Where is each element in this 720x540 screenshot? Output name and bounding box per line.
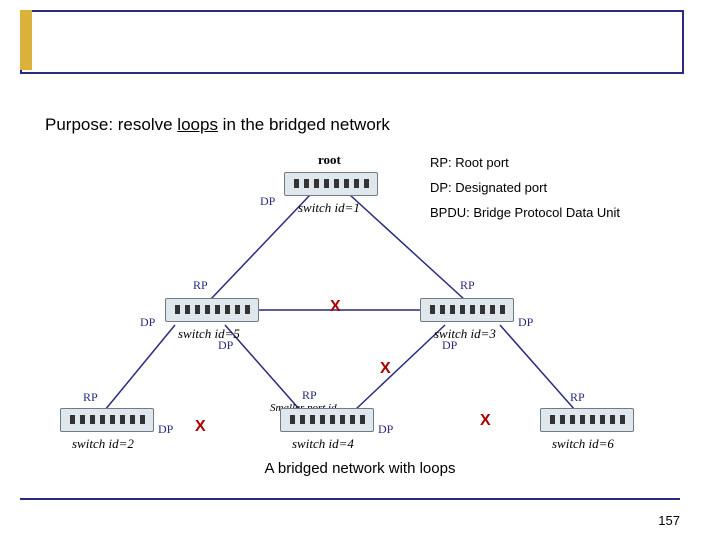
sw5-rp: RP [193, 278, 208, 293]
root-label: root [318, 152, 341, 168]
purpose-suffix: in the bridged network [218, 115, 390, 134]
page-number: 157 [658, 513, 680, 528]
figure-caption: A bridged network with loops [0, 460, 720, 477]
sw4-label: switch id=4 [292, 436, 354, 452]
bottom-rule [20, 498, 680, 500]
sw4-dp: DP [378, 422, 393, 437]
sw3-dp-bot: DP [442, 338, 457, 353]
switch-5 [165, 298, 257, 324]
blocked-x-1: X [330, 298, 341, 316]
switch-4 [280, 408, 372, 434]
title-accent [20, 10, 32, 70]
sw2-rp: RP [83, 390, 98, 405]
switch-2 [60, 408, 152, 434]
sw5-dp-left: DP [140, 315, 155, 330]
sw3-dp-right: DP [518, 315, 533, 330]
title-frame [20, 10, 684, 74]
blocked-x-3: X [195, 418, 206, 436]
purpose-prefix: Purpose: resolve [45, 115, 177, 134]
sw2-dp: DP [158, 422, 173, 437]
purpose-line: Purpose: resolve loops in the bridged ne… [45, 115, 390, 135]
sw2-label: switch id=2 [72, 436, 134, 452]
switch-3 [420, 298, 512, 324]
switch-6 [540, 408, 632, 434]
sw3-rp: RP [460, 278, 475, 293]
blocked-x-2: X [380, 360, 391, 378]
switch-1 [284, 172, 376, 198]
sw1-dp-left: DP [260, 194, 275, 209]
sw1-label: switch id=1 [298, 200, 360, 216]
blocked-x-4: X [480, 412, 491, 430]
sw5-dp-bot: DP [218, 338, 233, 353]
purpose-underlined: loops [177, 115, 218, 134]
network-diagram: root DP switch id=1 RP DP switch id=5 DP… [50, 150, 670, 475]
sw6-rp: RP [570, 390, 585, 405]
sw4-rp: RP [302, 388, 317, 403]
sw6-label: switch id=6 [552, 436, 614, 452]
